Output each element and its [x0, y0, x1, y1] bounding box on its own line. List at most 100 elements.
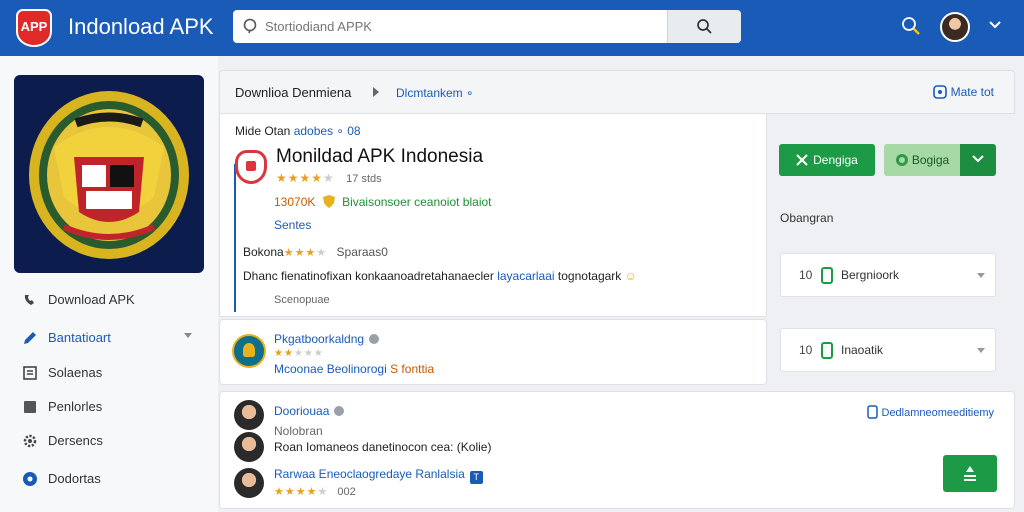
secondary-label: Bogiga	[911, 153, 950, 167]
upload-icon	[964, 466, 976, 481]
comment-avatar[interactable]	[234, 432, 264, 462]
search-button[interactable]	[667, 10, 741, 43]
garuda-emblem-icon	[29, 91, 189, 259]
chevron-down-icon	[977, 273, 985, 278]
breadcrumb-current: Downlioa Denmiena	[235, 85, 352, 100]
version-select-2[interactable]: 10 Inaoatik	[780, 328, 996, 372]
info-icon	[932, 85, 947, 99]
app-rating: ★★★★★ 17 stds	[276, 171, 382, 185]
document-icon	[866, 405, 878, 419]
secondary-button[interactable]: Bogiga	[884, 144, 960, 176]
category-link[interactable]: Sentes	[274, 218, 311, 232]
app-info-text: Bivaisonsoer ceanoiot blaiot	[342, 195, 492, 209]
search-input[interactable]	[265, 10, 665, 43]
rating-count: 17 stds	[346, 173, 382, 185]
related-app-card[interactable]: Pkgatboorkaldng ★★★★★ Mcoonae Beolinorog…	[219, 319, 767, 385]
select-number: 10	[799, 343, 813, 357]
sidebar-item-dodortas[interactable]: Dodortas	[0, 464, 218, 494]
chevron-down-icon[interactable]	[988, 20, 1002, 30]
leaf-icon	[895, 154, 908, 166]
sidebar-item-label: Dodortas	[48, 471, 101, 486]
sidebar-item-label: Solaenas	[48, 365, 103, 380]
top-header: APP Indonload APK	[0, 0, 1024, 56]
sidebar-item-label: Bantatioart	[48, 330, 111, 345]
download-arrow-icon	[796, 154, 808, 166]
comment-rating-count: 002	[337, 486, 356, 498]
breadcrumb-right-link[interactable]: Mate tot	[932, 85, 994, 99]
select-value: Bergnioork	[841, 268, 900, 282]
related-app-title[interactable]: Pkgatboorkaldng	[274, 332, 380, 346]
file-chip-icon	[821, 267, 833, 284]
related-app-icon	[232, 334, 266, 368]
related-meta: Mcoonae Beolinorogi S fonttia	[274, 362, 434, 376]
comment-rating-stars: ★★★★★	[274, 486, 329, 498]
version-label: Bokona	[243, 245, 284, 259]
breadcrumb: Downlioa Denmiena Dlcmtankem ∘ Mate tot	[219, 70, 1015, 114]
user-avatar[interactable]	[940, 12, 970, 42]
description-link[interactable]: layacarlaai	[497, 269, 554, 283]
app-info-row: 13070K Bivaisonsoer ceanoiot blaiot	[274, 195, 492, 209]
sidebar-item-label: Penlorles	[48, 399, 103, 414]
app-description: Dhanc fienatinofixan konkaanoadretahanae…	[243, 269, 637, 283]
shield-check-icon	[322, 195, 335, 208]
sidebar-item-download[interactable]: Download APK	[0, 285, 218, 315]
compare-label: Obangran	[780, 211, 834, 225]
breadcrumb-right-label: Mate tot	[950, 85, 994, 99]
app-icon	[235, 150, 267, 184]
version-select-1[interactable]: 10 Bergnioork	[780, 253, 996, 297]
comments-right-link[interactable]: Dedlamneomeeditiemy	[866, 405, 995, 419]
verified-badge-icon	[334, 406, 345, 416]
list-icon	[23, 366, 37, 380]
comment-author-name: Rarwaa Eneoclaogredaye Ranlalsia	[274, 467, 465, 481]
sidebar-item-dersencs[interactable]: Dersencs	[0, 426, 218, 456]
version-stars: ★★★★	[283, 247, 328, 259]
chevron-right-icon	[373, 87, 379, 97]
download-button[interactable]: Dengiga	[779, 144, 875, 176]
file-chip-icon	[821, 342, 833, 359]
floating-action-button[interactable]	[943, 455, 997, 492]
search-icon	[697, 19, 712, 34]
comment-text: Roan Iomaneos danetinocon cea: (Kolie)	[274, 440, 492, 454]
pen-icon	[24, 332, 36, 344]
chevron-down-icon	[977, 348, 985, 353]
header-search-icon[interactable]	[901, 16, 921, 36]
version-row: Bokona★★★★ Sparaas0	[243, 245, 388, 259]
emblem-banner[interactable]	[14, 75, 204, 273]
verified-badge-icon	[369, 334, 380, 344]
app-logo[interactable]: APP	[16, 9, 52, 47]
rating-stars: ★★★★★	[276, 171, 335, 185]
square-icon	[24, 401, 36, 413]
meta-label: Mide Otan	[235, 124, 291, 138]
sidebar: Download APK Bantatioart Solaenas Penlor…	[0, 56, 218, 512]
smile-emoji-icon: ☺	[624, 269, 637, 283]
comment-rating: ★★★★★ 002	[274, 485, 356, 498]
comment-author[interactable]: Dooriouaa	[274, 404, 345, 418]
version-sub: Sparaas0	[336, 245, 388, 259]
sidebar-item-solaenas[interactable]: Solaenas	[0, 358, 218, 388]
app-title[interactable]: Indonload APK	[68, 14, 214, 40]
comment-author-name: Dooriouaa	[274, 404, 330, 418]
breadcrumb-link[interactable]: Dlcmtankem ∘	[396, 86, 474, 100]
sidebar-item-bantatioart[interactable]: Bantatioart	[0, 323, 218, 353]
meta-link[interactable]: adobes ∘ 08	[294, 124, 361, 138]
description-end: tognotagark	[557, 269, 622, 283]
app-detail-card: Mide Otan adobes ∘ 08 Monildad APK Indon…	[219, 114, 767, 317]
search-bar	[233, 10, 741, 43]
sidebar-item-penlorles[interactable]: Penlorles	[0, 392, 218, 422]
sidebar-item-label: Dersencs	[48, 433, 103, 448]
gear-icon	[23, 434, 37, 448]
comment-avatar[interactable]	[234, 468, 264, 498]
app-name: Monildad APK Indonesia	[276, 146, 484, 167]
description-footnote: Scenopuae	[274, 294, 330, 306]
related-title-text: Pkgatboorkaldng	[274, 332, 365, 346]
accent-divider	[234, 164, 236, 312]
comments-card: Dooriouaa Nolobran Roan Iomaneos danetin…	[219, 391, 1015, 509]
comments-right-label: Dedlamneomeeditiemy	[881, 407, 995, 419]
comment-author[interactable]: Rarwaa Eneoclaogredaye Ranlalsia T	[274, 467, 483, 484]
secondary-dropdown-button[interactable]	[960, 144, 996, 176]
search-hint-icon	[243, 18, 257, 34]
comment-avatar[interactable]	[234, 400, 264, 430]
download-label: Dengiga	[813, 153, 858, 167]
chevron-down-icon[interactable]	[184, 333, 192, 339]
related-meta-highlight: S fonttia	[390, 362, 435, 376]
